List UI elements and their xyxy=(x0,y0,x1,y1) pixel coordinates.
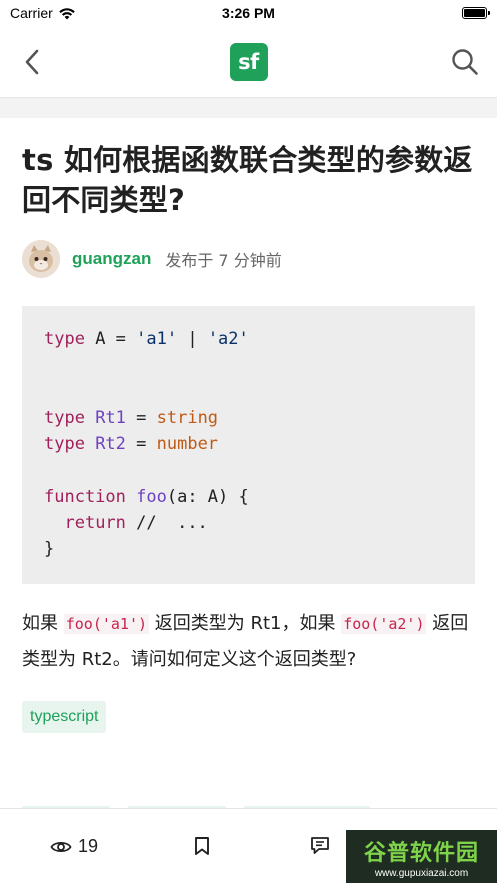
code-line: return // ... xyxy=(64,513,208,534)
code-line: type Rt1 = string xyxy=(44,407,219,428)
comment-icon xyxy=(311,837,329,854)
battery-icon xyxy=(462,7,490,19)
comment-button[interactable] xyxy=(310,836,330,855)
chevron-left-icon xyxy=(25,49,39,74)
carrier-label: Carrier xyxy=(10,5,53,21)
bookmark-button[interactable] xyxy=(194,836,210,856)
code-line: type A = 'a1' | 'a2' xyxy=(44,329,249,349)
wifi-icon xyxy=(58,7,75,19)
publish-time: 发布于 7 分钟前 xyxy=(165,251,282,270)
nav-bar: sf xyxy=(0,26,497,98)
code-line: type Rt2 = number xyxy=(44,434,219,455)
tag-typescript[interactable]: typescript xyxy=(22,701,107,733)
sf-logo[interactable]: sf xyxy=(229,42,268,81)
bookmark-icon xyxy=(195,837,209,855)
back-button[interactable] xyxy=(16,46,48,78)
question-body: 如果 foo('a1') 返回类型为 Rt1，如果 foo('a2') 返回类型… xyxy=(22,613,469,670)
views-label: 19 xyxy=(78,836,99,856)
status-bar: Carrier 3:26 PM xyxy=(0,0,497,26)
watermark: 谷普软件园 www.gupuxiazai.com xyxy=(346,830,497,883)
inline-code: foo('a2') xyxy=(341,614,427,634)
watermark-title: 谷普软件园 xyxy=(363,840,479,866)
inline-code: foo('a1') xyxy=(63,614,150,634)
avatar[interactable] xyxy=(22,240,60,278)
code-line: function foo(a: A) { xyxy=(44,486,249,507)
tag-list: typescript xyxy=(22,701,475,733)
author-row: guangzan 发布于 7 分钟前 xyxy=(22,240,475,278)
question-card: ts 如何根据函数联合类型的参数返回不同类型? guangzan 发布于 7 分… xyxy=(0,118,497,808)
search-icon xyxy=(452,48,478,75)
watermark-url: www.gupuxiazai.com xyxy=(374,867,469,879)
status-left: Carrier xyxy=(10,5,76,21)
eye-icon xyxy=(50,841,72,852)
question-title: ts 如何根据函数联合类型的参数返回不同类型? xyxy=(22,143,473,217)
views-count[interactable]: 19 xyxy=(50,836,98,857)
code-block: type A = 'a1' | 'a2' type Rt1 = string t… xyxy=(22,306,475,584)
cat-avatar-icon xyxy=(22,240,60,278)
code-line: } xyxy=(44,539,55,560)
author-name[interactable]: guangzan xyxy=(72,249,151,269)
search-button[interactable] xyxy=(449,46,481,78)
